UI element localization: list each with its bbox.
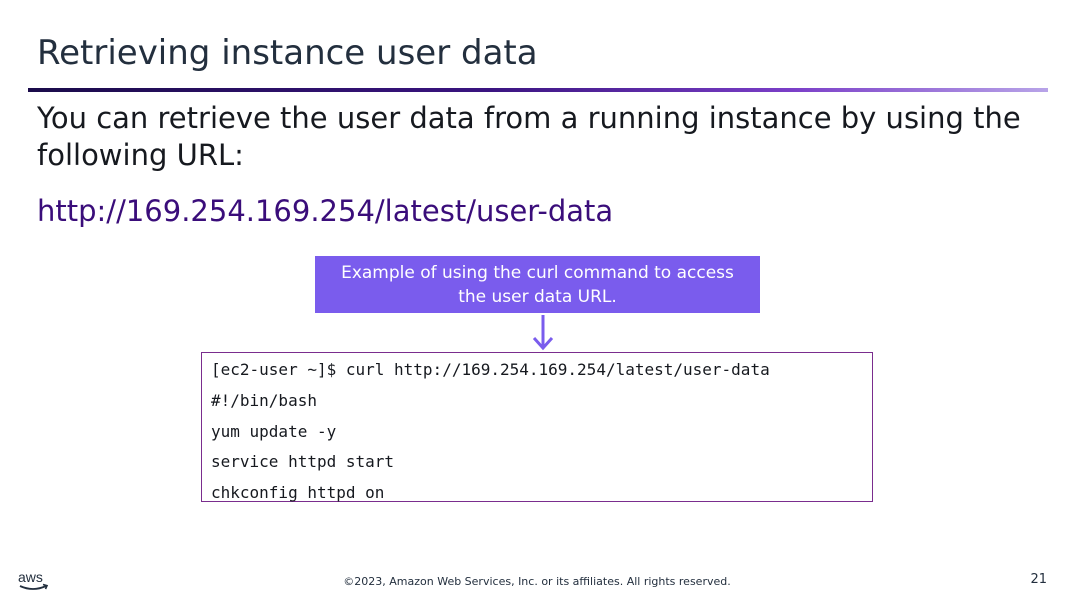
body-text: You can retrieve the user data from a ru…	[37, 101, 1021, 172]
user-data-url: http://169.254.169.254/latest/user-data	[37, 194, 614, 228]
code-line: yum update -y	[211, 421, 337, 441]
code-line: service httpd start	[211, 452, 395, 472]
code-block: [ec2-user ~]$ curl http://169.254.169.25…	[201, 352, 873, 502]
callout-box: Example of using the curl command to acc…	[315, 256, 760, 313]
code-line: #!/bin/bash	[211, 390, 317, 410]
slide-title: Retrieving instance user data	[37, 33, 538, 73]
callout-text: Example of using the curl command to acc…	[341, 262, 734, 307]
title-divider	[28, 88, 1048, 92]
page-number: 21	[1030, 572, 1047, 587]
arrow-down-icon	[532, 315, 554, 351]
code-line: chkconfig httpd on	[211, 483, 385, 503]
copyright-text: ©2023, Amazon Web Services, Inc. or its …	[343, 575, 731, 588]
code-line: [ec2-user ~]$ curl http://169.254.169.25…	[211, 360, 770, 379]
